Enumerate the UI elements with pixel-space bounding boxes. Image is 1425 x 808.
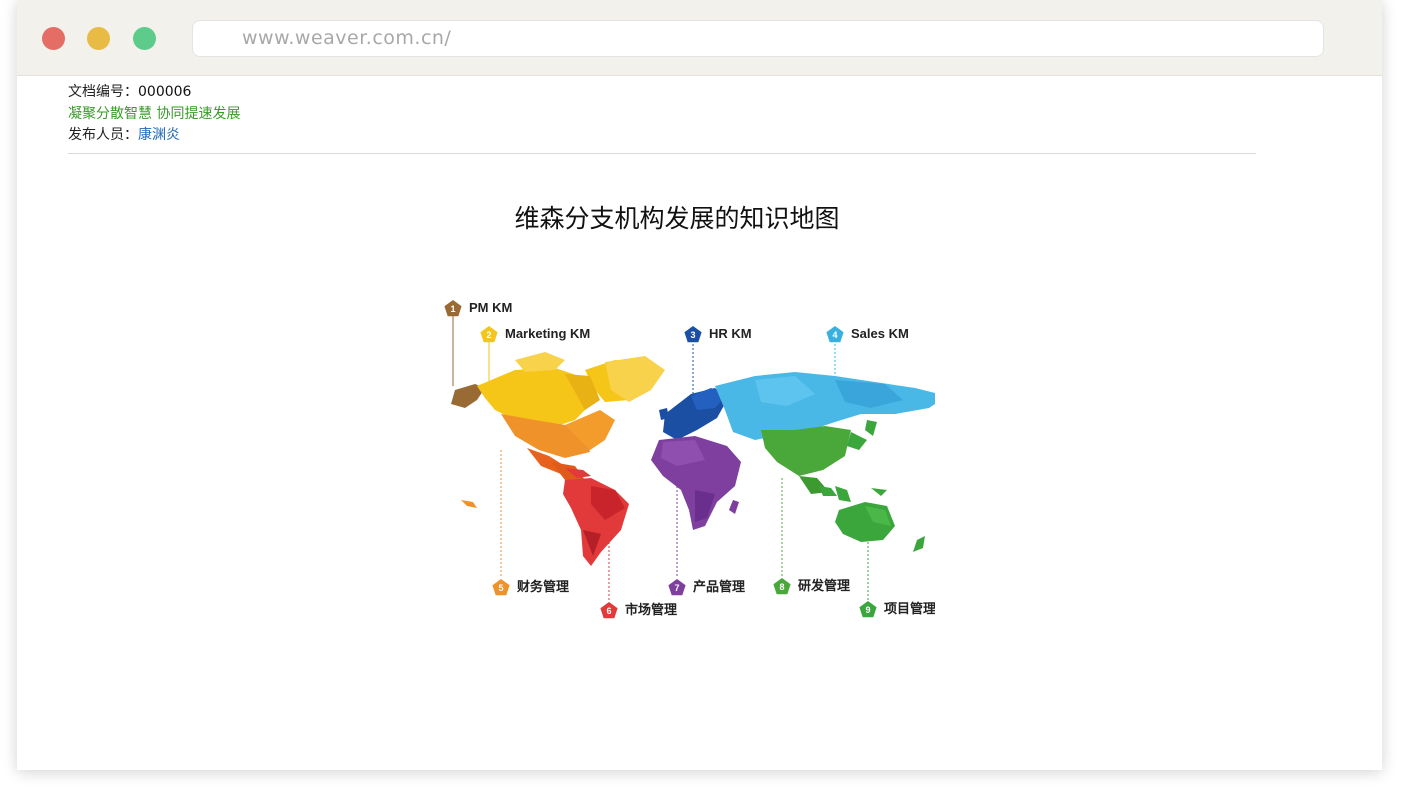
document-publisher-row: 发布人员：康渊炎	[68, 125, 240, 147]
document-meta: 文档编号：000006 凝聚分散智慧 协同提速发展 发布人员：康渊炎	[68, 82, 240, 147]
map-marker-label: HR KM	[709, 326, 752, 341]
africa-region	[651, 436, 741, 530]
address-bar-url: www.weaver.com.cn/	[242, 27, 452, 49]
map-marker-number: 5	[498, 583, 503, 593]
map-marker-label: 项目管理	[884, 601, 935, 616]
map-marker-product: 7 产品管理	[668, 579, 745, 596]
publisher-label: 发布人员：	[68, 127, 138, 143]
address-bar[interactable]: www.weaver.com.cn/	[192, 20, 1324, 57]
map-marker-number: 1	[450, 304, 455, 314]
publisher-name-link[interactable]: 康渊炎	[138, 127, 180, 143]
europe-region	[659, 388, 727, 440]
document-number-label: 文档编号：	[68, 84, 138, 100]
map-marker-pm: 1 PM KM	[444, 300, 512, 317]
map-marker-label: 产品管理	[693, 579, 745, 594]
map-marker-number: 4	[832, 330, 837, 340]
knowledge-world-map: 1 PM KM 2 Marketing KM 3 HR KM 4 Sales KM 5 财务管理 6…	[444, 300, 935, 619]
map-marker-project: 9 项目管理	[859, 601, 935, 618]
map-marker-number: 7	[674, 583, 679, 593]
minimize-window-button[interactable]	[87, 27, 110, 50]
browser-toolbar: www.weaver.com.cn/	[17, 0, 1382, 76]
document-number-value: 000006	[138, 84, 192, 100]
header-divider	[68, 153, 1256, 154]
map-marker-marketing: 2 Marketing KM	[480, 326, 590, 343]
map-marker-label: Sales KM	[851, 326, 909, 341]
browser-window: www.weaver.com.cn/ 文档编号：000006 凝聚分散智慧 协同…	[17, 0, 1382, 770]
map-marker-number: 2	[486, 330, 491, 340]
south-america-region	[563, 478, 629, 566]
document-slogan: 凝聚分散智慧 协同提速发展	[68, 105, 241, 122]
map-marker-label: 研发管理	[798, 578, 850, 593]
map-marker-sales: 4 Sales KM	[826, 326, 909, 343]
map-marker-label: Marketing KM	[505, 326, 590, 341]
map-marker-number: 9	[865, 605, 870, 615]
document-title: 维森分支机构发展的知识地图	[514, 204, 840, 233]
close-window-button[interactable]	[42, 27, 65, 50]
document-number-row: 文档编号：000006	[68, 82, 240, 104]
map-marker-number: 6	[606, 606, 611, 616]
asia-region	[715, 372, 935, 502]
map-marker-label: 财务管理	[517, 579, 569, 594]
map-marker-number: 8	[779, 582, 784, 592]
map-marker-rnd: 8 研发管理	[773, 578, 850, 595]
map-marker-label: 市场管理	[625, 602, 677, 617]
map-marker-number: 3	[690, 330, 695, 340]
map-marker-label: PM KM	[469, 300, 512, 315]
document-slogan-row: 凝聚分散智慧 协同提速发展	[68, 104, 240, 126]
maximize-window-button[interactable]	[133, 27, 156, 50]
page: www.weaver.com.cn/ 文档编号：000006 凝聚分散智慧 协同…	[0, 0, 1425, 808]
map-marker-market: 6 市场管理	[600, 602, 677, 619]
map-marker-finance: 5 财务管理	[492, 579, 569, 596]
map-marker-hr: 3 HR KM	[684, 326, 752, 343]
